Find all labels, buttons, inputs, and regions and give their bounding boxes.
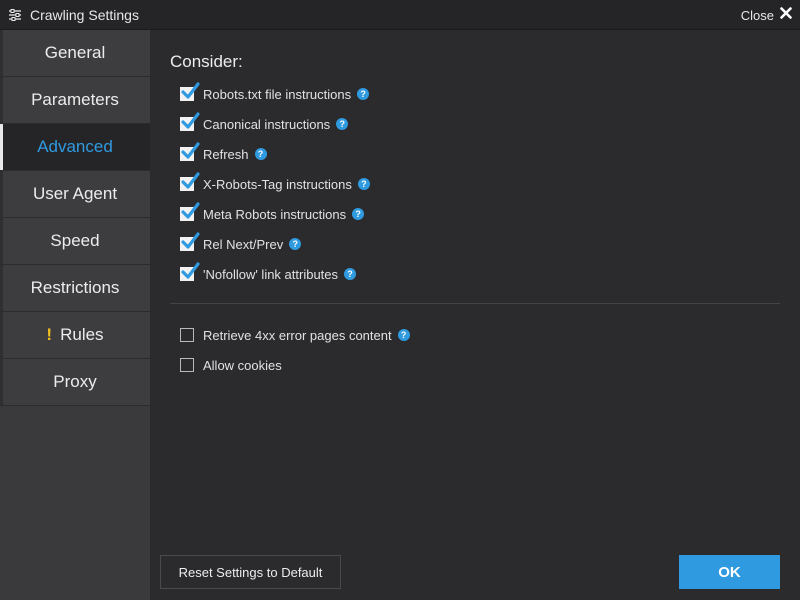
sidebar-item-label: General [44,43,106,62]
sidebar-item-proxy[interactable]: Proxy [0,359,150,406]
settings-sliders-icon [0,0,30,30]
option-nofollow[interactable]: 'Nofollow' link attributes ? [180,262,357,284]
checkbox-x-robots-tag[interactable] [180,172,200,191]
checkmark-icon [181,142,200,159]
checkmark-icon [181,172,200,189]
checkbox-refresh[interactable] [180,142,200,161]
sidebar-item-indicator [0,265,3,311]
option-label: Retrieve 4xx error pages content [203,327,392,343]
close-label: Close [740,7,774,23]
sidebar-item-label: Advanced [37,137,113,156]
option-refresh[interactable]: Refresh ? [180,142,267,164]
sidebar-item-advanced[interactable]: Advanced [0,124,150,171]
option-label: Robots.txt file instructions [203,86,352,102]
option-label: X-Robots-Tag instructions [203,176,352,192]
sidebar-item-general[interactable]: General [0,30,150,77]
checkbox-robots-txt[interactable] [180,82,200,101]
sidebar-item-user-agent[interactable]: User Agent [0,171,150,218]
divider [170,303,780,304]
checkmark-icon [181,232,200,249]
window-title: Crawling Settings [30,6,139,23]
sidebar-item-label: Proxy [53,372,97,391]
close-button[interactable]: Close [741,0,792,30]
option-label: 'Nofollow' link attributes [203,266,339,282]
option-label: Meta Robots instructions [203,206,347,222]
sidebar-item-indicator [0,77,3,123]
sidebar-item-parameters[interactable]: Parameters [0,77,150,124]
option-label: Allow cookies [203,357,282,373]
checkmark-icon [181,202,200,219]
sidebar-item-label: Rules [60,325,104,344]
checkbox-nofollow[interactable] [180,262,200,281]
help-icon[interactable]: ? [336,118,349,130]
sidebar-item-label: Speed [50,231,100,250]
sidebar-item-label: Parameters [31,90,119,109]
option-rel-next-prev[interactable]: Rel Next/Prev ? [180,232,302,254]
ok-button[interactable]: OK [679,555,780,589]
sidebar-item-restrictions[interactable]: Restrictions [0,265,150,312]
option-retrieve-4xx[interactable]: Retrieve 4xx error pages content ? [180,325,410,345]
sidebar-item-rules[interactable]: ! Rules [0,312,150,359]
reset-settings-button[interactable]: Reset Settings to Default [160,555,341,589]
checkbox-allow-cookies[interactable] [180,358,194,372]
sidebar-item-speed[interactable]: Speed [0,218,150,265]
option-robots-txt[interactable]: Robots.txt file instructions ? [180,82,370,104]
checkbox-meta-robots[interactable] [180,202,200,221]
checkmark-icon [181,82,200,99]
sidebar-item-label: Restrictions [30,278,120,297]
main-panel: Consider: Robots.txt file instructions ?… [150,30,800,600]
help-icon[interactable]: ? [397,329,410,341]
sidebar-item-indicator [0,218,3,264]
option-allow-cookies[interactable]: Allow cookies [180,355,282,375]
sidebar-item-indicator [0,171,3,217]
sidebar: General Parameters Advanced User Agent S… [0,30,150,600]
option-canonical[interactable]: Canonical instructions ? [180,112,349,134]
help-icon[interactable]: ? [357,88,370,100]
option-label: Canonical instructions [203,116,331,132]
sidebar-item-indicator [0,312,3,358]
checkmark-icon [181,262,200,279]
help-icon[interactable]: ? [289,238,302,250]
help-icon[interactable]: ? [357,178,370,190]
help-icon[interactable]: ? [352,208,365,220]
option-label: Rel Next/Prev [203,236,284,252]
close-icon [780,6,792,24]
checkmark-icon [181,112,200,129]
checkbox-retrieve-4xx[interactable] [180,328,194,342]
sidebar-item-indicator [0,359,3,405]
section-title: Consider: [170,52,243,71]
sidebar-item-label: User Agent [32,184,118,203]
title-bar: Crawling Settings Close [0,0,800,30]
warning-icon: ! [46,325,53,344]
option-x-robots-tag[interactable]: X-Robots-Tag instructions ? [180,172,370,194]
sidebar-item-indicator [0,124,3,170]
sidebar-item-indicator [0,30,3,76]
option-meta-robots[interactable]: Meta Robots instructions ? [180,202,365,224]
checkbox-canonical[interactable] [180,112,200,131]
help-icon[interactable]: ? [344,268,357,280]
checkbox-rel-next-prev[interactable] [180,232,200,251]
help-icon[interactable]: ? [254,148,267,160]
option-label: Refresh [203,146,249,162]
